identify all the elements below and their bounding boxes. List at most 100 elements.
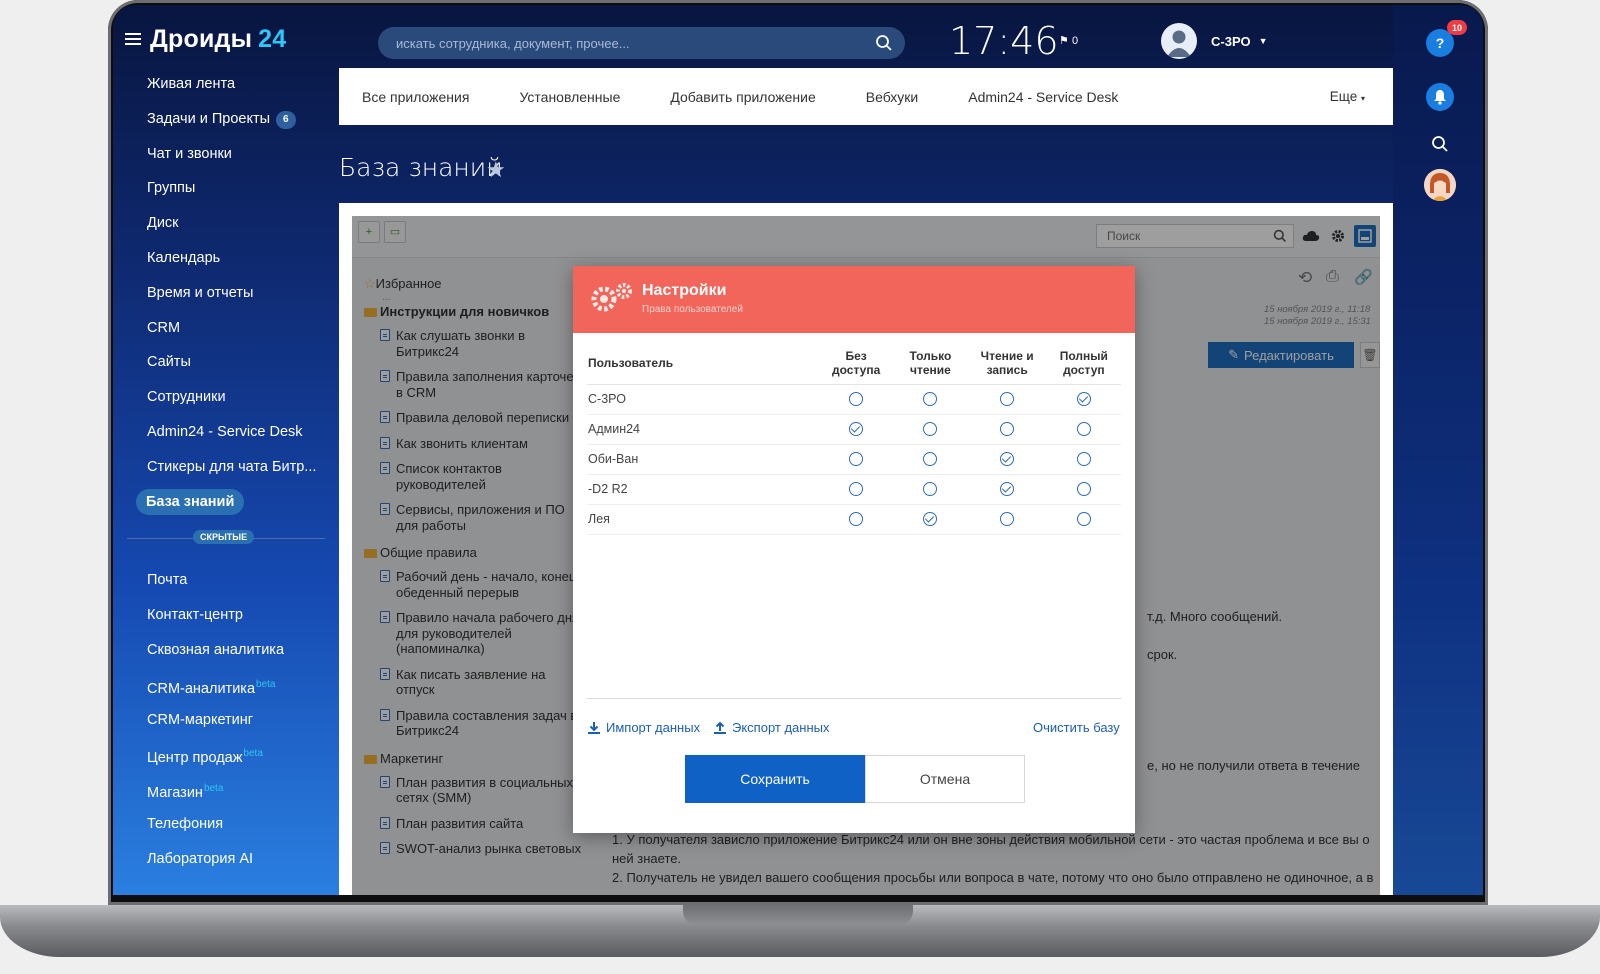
full-access-radio[interactable] [1076, 392, 1091, 407]
sidebar-item-mail[interactable]: Почта [113, 563, 335, 598]
menu-icon[interactable] [125, 33, 141, 45]
sidebar-item-feed[interactable]: Живая лента [113, 67, 335, 102]
table-row: Оби-Ван [587, 444, 1121, 475]
tab-add-app[interactable]: Добавить приложение [670, 89, 815, 105]
column-no-access: Без доступа [819, 342, 894, 385]
table-row: С-3РО [587, 384, 1121, 415]
column-label: Только чтение [909, 348, 952, 377]
sidebar-item-shop[interactable]: Магазинbeta [113, 772, 335, 807]
tab-installed[interactable]: Установленные [519, 89, 620, 105]
read-write-radio[interactable] [1000, 392, 1015, 407]
sidebar-item-employees[interactable]: Сотрудники [113, 380, 335, 415]
permission-cell [1046, 504, 1121, 535]
cancel-button[interactable]: Отмена [865, 755, 1025, 803]
read-write-radio[interactable] [1000, 512, 1015, 527]
sidebar-item-sales-center[interactable]: Центр продажbeta [113, 737, 335, 772]
beta-tag: beta [203, 783, 224, 795]
read-write-radio[interactable] [1000, 482, 1015, 497]
read-only-radio[interactable] [923, 392, 938, 407]
beta-tag: beta [256, 678, 276, 690]
search-icon[interactable] [875, 34, 893, 52]
full-access-radio[interactable] [1076, 452, 1091, 467]
dialog-subtitle: Права пользователей [642, 304, 743, 315]
flag-counter[interactable]: ⚑ 0 [1059, 34, 1078, 47]
sidebar-item-tasks[interactable]: Задачи и Проекты 6 [113, 102, 335, 137]
user-name: С-3РО [1211, 33, 1251, 49]
read-write-radio[interactable] [1000, 452, 1015, 467]
permission-cell [819, 414, 894, 445]
full-access-radio[interactable] [1076, 422, 1091, 437]
permission-cell [1046, 384, 1121, 415]
logo-number: 24 [258, 25, 287, 53]
sidebar-item-contact-center[interactable]: Контакт-центр [113, 598, 335, 633]
tab-service-desk[interactable]: Admin24 - Service Desk [968, 89, 1118, 105]
tab-more[interactable]: Еще ▾ [1330, 89, 1365, 104]
contact-avatar[interactable] [1424, 169, 1456, 201]
sidebar-item-label: Центр продаж [147, 750, 243, 767]
read-only-radio[interactable] [923, 482, 938, 497]
sidebar-item-chat[interactable]: Чат и звонки [113, 137, 335, 172]
sidebar-item-label: Календарь [147, 249, 221, 266]
sidebar-item-service-desk[interactable]: Admin24 - Service Desk [113, 415, 335, 450]
sidebar-hidden-menu: Почта Контакт-центр Сквозная аналитика C… [113, 563, 335, 876]
sidebar-item-disk[interactable]: Диск [113, 206, 335, 241]
sidebar-item-crm-marketing[interactable]: CRM-маркетинг [113, 703, 335, 738]
star-icon[interactable]: ★ [486, 157, 506, 183]
read-only-radio[interactable] [923, 512, 938, 527]
no-access-radio[interactable] [849, 452, 864, 467]
full-access-radio[interactable] [1076, 482, 1091, 497]
global-search[interactable] [378, 27, 905, 59]
sidebar-item-crm[interactable]: CRM [113, 311, 335, 346]
permission-cell [967, 474, 1047, 505]
no-access-radio[interactable] [849, 482, 864, 497]
laptop-notch [683, 905, 913, 925]
search-input[interactable] [378, 27, 905, 59]
tab-more-label: Еще [1329, 89, 1358, 104]
sidebar-item-groups[interactable]: Группы [113, 171, 335, 206]
sidebar-item-ai-lab[interactable]: Лаборатория AI [113, 842, 335, 877]
read-write-radio[interactable] [1000, 422, 1015, 437]
sidebar-item-label: Лаборатория AI [147, 850, 254, 867]
sidebar-item-analytics[interactable]: Сквозная аналитика [113, 633, 335, 668]
tab-all-apps[interactable]: Все приложения [362, 89, 469, 105]
sidebar-item-crm-analytics[interactable]: CRM-аналитикаbeta [113, 668, 335, 703]
sidebar-item-label: Группы [147, 180, 196, 197]
permissions-table: Пользователь Без доступа Только чтение Ч… [587, 342, 1121, 535]
read-only-radio[interactable] [923, 452, 938, 467]
sidebar-item-calendar[interactable]: Календарь [113, 241, 335, 276]
column-user: Пользователь [587, 342, 819, 385]
column-label: Чтение и запись [980, 348, 1034, 377]
import-data-link[interactable]: Импорт данных [587, 720, 700, 735]
sidebar-item-label: Стикеры для чата Битр... [147, 458, 317, 475]
save-button[interactable]: Сохранить [685, 755, 865, 803]
flag-count: 0 [1071, 35, 1079, 47]
sidebar-item-time[interactable]: Время и отчеты [113, 276, 335, 311]
sidebar-item-label: Время и отчеты [147, 284, 254, 301]
search-icon[interactable] [1426, 130, 1454, 158]
sidebar-item-stickers[interactable]: Стикеры для чата Битр... [113, 450, 335, 485]
no-access-radio[interactable] [849, 392, 864, 407]
page-title: База знаний [339, 153, 503, 182]
no-access-radio[interactable] [849, 422, 864, 437]
hidden-separator[interactable]: СКРЫТЫЕ [113, 525, 335, 555]
tab-webhooks[interactable]: Вебхуки [866, 89, 918, 105]
read-only-radio[interactable] [923, 422, 938, 437]
permission-cell [819, 474, 894, 505]
user-menu[interactable]: С-3РО ▼ [1161, 23, 1267, 59]
download-icon [588, 721, 600, 734]
export-data-link[interactable]: Экспорт данных [713, 720, 829, 735]
sidebar-main-menu: Живая лента Задачи и Проекты 6 Чат и звон… [113, 67, 335, 519]
sidebar-item-sites[interactable]: Сайты [113, 345, 335, 380]
dialog-separator [587, 698, 1121, 699]
sidebar-item-knowledge-base[interactable]: База знаний [113, 485, 335, 520]
beta-tag: beta [243, 748, 263, 760]
logo[interactable]: Дроиды 24 [150, 25, 286, 54]
full-access-radio[interactable] [1076, 512, 1091, 527]
clear-base-link[interactable]: Очистить базу [1033, 720, 1120, 735]
flag-icon: ⚑ [1059, 35, 1069, 47]
no-access-radio[interactable] [849, 512, 864, 527]
sidebar-item-label: Admin24 - Service Desk [147, 423, 303, 440]
bell-icon[interactable] [1426, 83, 1454, 111]
sidebar-item-telephony[interactable]: Телефония [113, 807, 335, 842]
permission-cell [1046, 444, 1121, 475]
